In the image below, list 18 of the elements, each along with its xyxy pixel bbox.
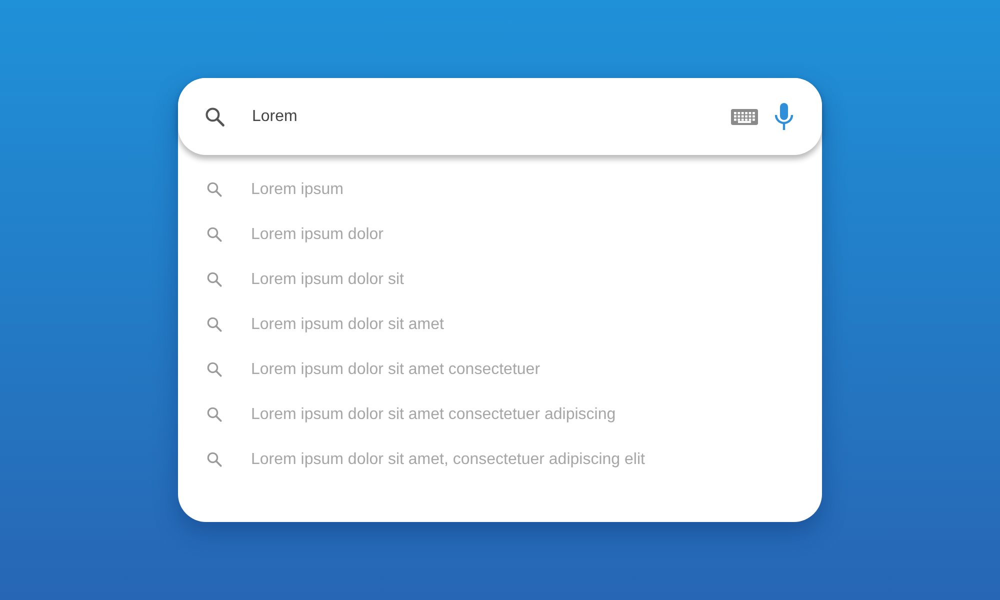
- suggestion-item[interactable]: Lorem ipsum dolor sit amet: [251, 316, 444, 334]
- suggestion-item[interactable]: Lorem ipsum: [251, 180, 344, 198]
- search-icon: [206, 451, 223, 468]
- search-icon: [206, 226, 223, 243]
- search-icon: [206, 271, 223, 288]
- search-icon: [206, 181, 223, 198]
- search-icon: [206, 361, 223, 378]
- search-field[interactable]: Lorem: [252, 108, 731, 126]
- keyboard-icon[interactable]: [731, 108, 758, 124]
- search-icon: [204, 106, 226, 128]
- suggestion-item[interactable]: Lorem ipsum dolor sit amet consectetuer: [251, 360, 540, 378]
- search-icon: [206, 406, 223, 423]
- suggestion-item[interactable]: Lorem ipsum dolor sit: [251, 270, 404, 288]
- suggestion-item[interactable]: Lorem ipsum dolor sit amet, consectetuer adipiscing elit: [251, 450, 645, 468]
- microphone-icon[interactable]: [774, 102, 794, 130]
- suggestion-item[interactable]: Lorem ipsum dolor: [251, 226, 384, 244]
- search-icon: [206, 316, 223, 333]
- suggestion-item[interactable]: Lorem ipsum dolor sit amet consectetuer adipiscing: [251, 406, 616, 424]
